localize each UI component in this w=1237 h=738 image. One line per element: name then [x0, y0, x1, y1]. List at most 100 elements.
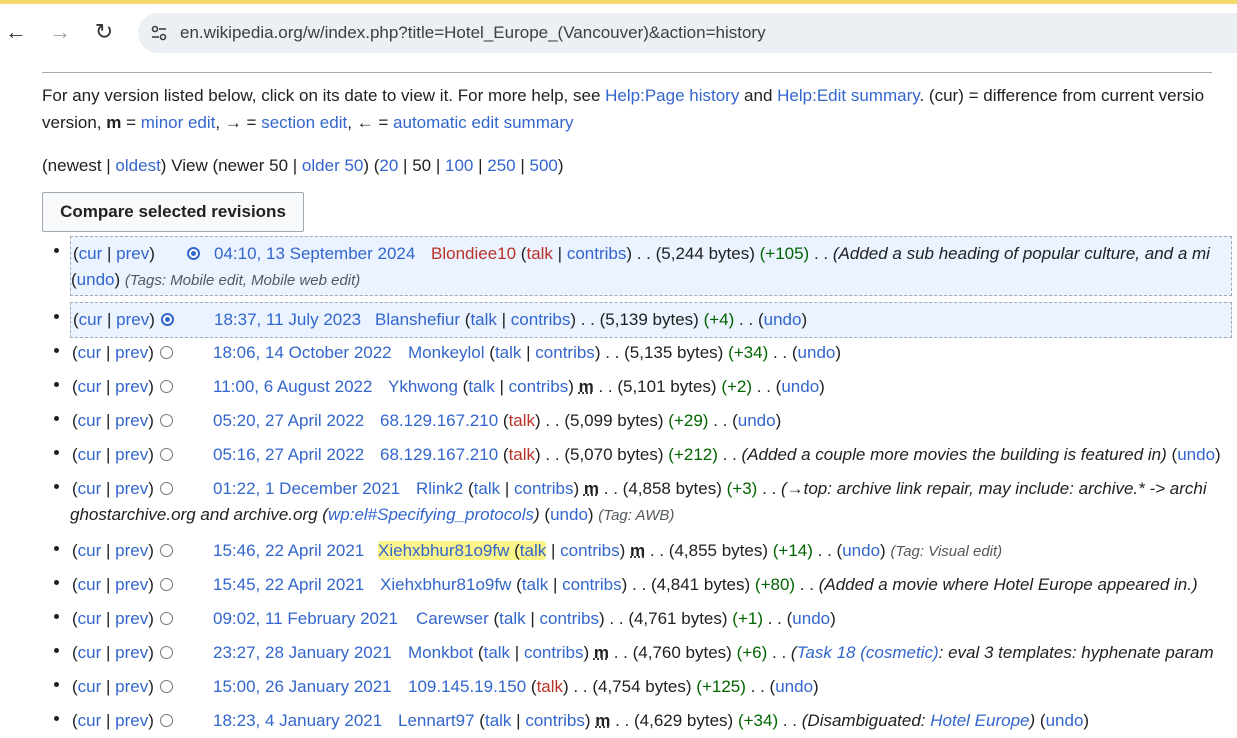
undo-link[interactable]: undo — [77, 270, 115, 289]
prev-link[interactable]: prev — [115, 479, 148, 498]
undo-link[interactable]: undo — [775, 677, 813, 696]
cur-link[interactable]: cur — [78, 575, 102, 594]
revision-date-link[interactable]: 15:46, 22 April 2021 — [213, 537, 364, 565]
undo-link[interactable]: undo — [781, 377, 819, 396]
user-link[interactable]: Blondiee10 — [431, 244, 516, 263]
user-talk-link[interactable]: talk — [485, 711, 511, 730]
user-talk-link[interactable]: talk — [468, 377, 494, 396]
prev-link[interactable]: prev — [115, 677, 148, 696]
limit-100-link[interactable]: 100 — [445, 156, 473, 175]
prev-link[interactable]: prev — [115, 541, 148, 560]
prev-link[interactable]: prev — [115, 609, 148, 628]
revision-date-link[interactable]: 05:20, 27 April 2022 — [213, 407, 364, 435]
compare-selected-revisions-button[interactable]: Compare selected revisions — [42, 192, 304, 232]
revision-radio[interactable] — [160, 714, 173, 727]
revision-radio[interactable] — [161, 313, 174, 326]
user-contribs-link[interactable]: contribs — [511, 310, 571, 329]
cur-link[interactable]: cur — [79, 310, 103, 329]
limit-250-link[interactable]: 250 — [487, 156, 515, 175]
revision-radio[interactable] — [160, 578, 173, 591]
user-contribs-link[interactable]: contribs — [535, 343, 595, 362]
user-talk-link[interactable]: talk — [537, 677, 563, 696]
user-contribs-link[interactable]: contribs — [562, 575, 622, 594]
back-icon[interactable]: ← — [0, 16, 32, 48]
limit-500-link[interactable]: 500 — [530, 156, 558, 175]
undo-link[interactable]: undo — [738, 411, 776, 430]
cur-link[interactable]: cur — [78, 377, 102, 396]
user-talk-link[interactable]: talk — [520, 541, 546, 560]
undo-link[interactable]: undo — [1046, 711, 1084, 730]
revision-date-link[interactable]: 01:22, 1 December 2021 — [213, 475, 400, 503]
cur-link[interactable]: cur — [78, 643, 102, 662]
oldest-link[interactable]: oldest — [115, 156, 160, 175]
section-edit-link[interactable]: section edit — [261, 113, 347, 132]
user-link[interactable]: Rlink2 — [416, 479, 463, 498]
user-link[interactable]: Lennart97 — [398, 711, 475, 730]
user-talk-link[interactable]: talk — [499, 609, 525, 628]
url-text[interactable]: en.wikipedia.org/w/index.php?title=Hotel… — [180, 23, 766, 43]
user-talk-link[interactable]: talk — [495, 343, 521, 362]
user-link[interactable]: Blanshefiur — [375, 310, 460, 329]
user-link[interactable]: 109.145.19.150 — [408, 677, 526, 696]
prev-link[interactable]: prev — [115, 377, 148, 396]
user-contribs-link[interactable]: contribs — [525, 711, 585, 730]
cur-link[interactable]: cur — [78, 677, 102, 696]
cur-link[interactable]: cur — [78, 609, 102, 628]
summary-link[interactable]: Hotel Europe — [930, 711, 1029, 730]
prev-link[interactable]: prev — [115, 411, 148, 430]
undo-link[interactable]: undo — [764, 310, 802, 329]
undo-link[interactable]: undo — [1177, 445, 1215, 464]
user-link[interactable]: Carewser — [416, 609, 489, 628]
summary-link[interactable]: Task 18 (cosmetic) — [797, 643, 939, 662]
help-edit-summary-link[interactable]: Help:Edit summary — [777, 86, 919, 105]
user-link[interactable]: 68.129.167.210 — [380, 411, 498, 430]
site-info-icon[interactable] — [146, 20, 172, 46]
revision-date-link[interactable]: 05:16, 27 April 2022 — [213, 441, 364, 469]
user-link[interactable]: Monkeylol — [408, 343, 485, 362]
revision-radio[interactable] — [160, 448, 173, 461]
cur-link[interactable]: cur — [79, 244, 103, 263]
revision-radio[interactable] — [160, 680, 173, 693]
cur-link[interactable]: cur — [78, 411, 102, 430]
automatic-edit-summary-link[interactable]: automatic edit summary — [393, 113, 573, 132]
revision-date-link[interactable]: 11:00, 6 August 2022 — [213, 373, 372, 401]
user-talk-link[interactable]: talk — [509, 411, 535, 430]
revision-date-link[interactable]: 09:02, 11 February 2021 — [213, 605, 398, 633]
cur-link[interactable]: cur — [78, 479, 102, 498]
cur-link[interactable]: cur — [78, 343, 102, 362]
revision-radio[interactable] — [160, 544, 173, 557]
user-talk-link[interactable]: talk — [526, 244, 552, 263]
user-link[interactable]: Xiehxbhur81o9fw — [378, 541, 509, 560]
user-link[interactable]: 68.129.167.210 — [380, 445, 498, 464]
undo-link[interactable]: undo — [550, 505, 588, 524]
cur-link[interactable]: cur — [78, 541, 102, 560]
user-talk-link[interactable]: talk — [470, 310, 496, 329]
user-talk-link[interactable]: talk — [509, 445, 535, 464]
revision-date-link[interactable]: 15:45, 22 April 2021 — [213, 571, 364, 599]
undo-link[interactable]: undo — [842, 541, 880, 560]
prev-link[interactable]: prev — [116, 244, 149, 263]
user-contribs-link[interactable]: contribs — [560, 541, 620, 560]
minor-edit-link[interactable]: minor edit — [141, 113, 216, 132]
user-link[interactable]: Monkbot — [408, 643, 473, 662]
user-talk-link[interactable]: talk — [484, 643, 510, 662]
revision-date-link[interactable]: 18:37, 11 July 2023 — [214, 306, 361, 334]
revision-radio[interactable] — [187, 247, 200, 260]
revision-date-link[interactable]: 15:00, 26 January 2021 — [213, 673, 392, 701]
prev-link[interactable]: prev — [115, 643, 148, 662]
revision-radio[interactable] — [160, 612, 173, 625]
user-link[interactable]: Ykhwong — [388, 377, 458, 396]
revision-date-link[interactable]: 23:27, 28 January 2021 — [213, 639, 392, 667]
user-contribs-link[interactable]: contribs — [567, 244, 627, 263]
cur-link[interactable]: cur — [78, 445, 102, 464]
prev-link[interactable]: prev — [115, 711, 148, 730]
address-bar[interactable]: en.wikipedia.org/w/index.php?title=Hotel… — [138, 13, 1237, 53]
revision-radio[interactable] — [160, 346, 173, 359]
prev-link[interactable]: prev — [115, 445, 148, 464]
cur-link[interactable]: cur — [78, 711, 102, 730]
prev-link[interactable]: prev — [116, 310, 149, 329]
prev-link[interactable]: prev — [115, 343, 148, 362]
user-contribs-link[interactable]: contribs — [509, 377, 569, 396]
help-page-history-link[interactable]: Help:Page history — [605, 86, 739, 105]
undo-link[interactable]: undo — [792, 609, 830, 628]
